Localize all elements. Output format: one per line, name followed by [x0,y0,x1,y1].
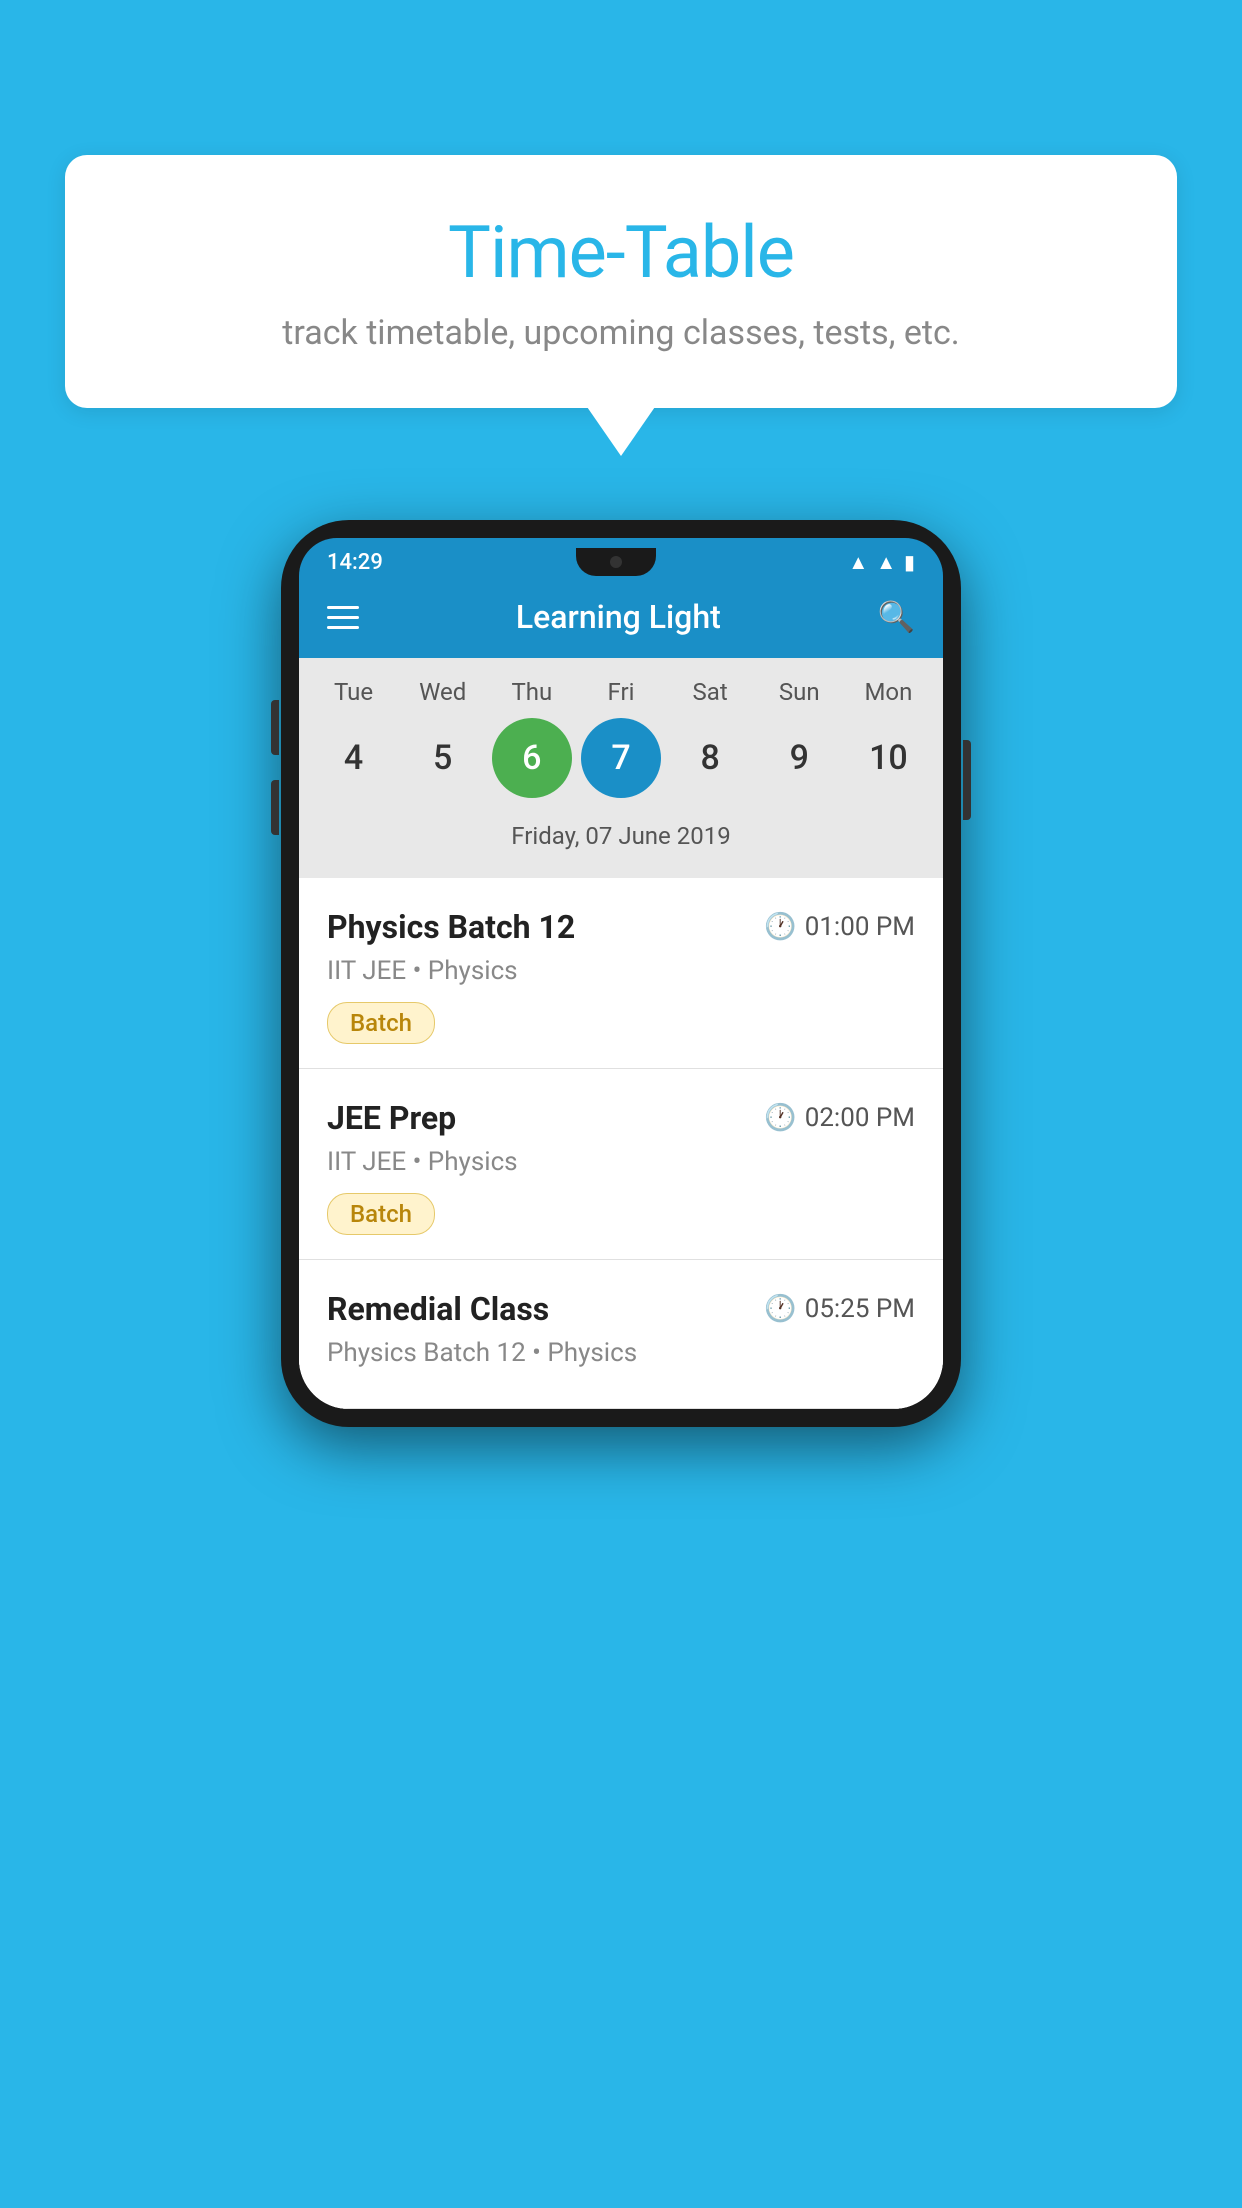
day-name-thu: Thu [492,678,572,706]
phone-mockup: 14:29 ▲ ▲ ▮ Learning Light 🔍 [281,520,961,1427]
selected-date-label: Friday, 07 June 2019 [299,814,943,868]
app-bar-title: Learning Light [516,598,721,636]
day-name-fri: Fri [581,678,661,706]
schedule-item-3[interactable]: Remedial Class 🕐 05:25 PM Physics Batch … [299,1260,943,1409]
status-bar: 14:29 ▲ ▲ ▮ [299,538,943,576]
schedule-item-3-time: 🕐 05:25 PM [764,1294,915,1324]
schedule-item-3-subtitle: Physics Batch 12 • Physics [327,1338,915,1368]
day-4[interactable]: 4 [314,718,394,798]
schedule-item-1-title: Physics Batch 12 [327,908,575,946]
app-title: Time-Table [105,210,1137,295]
app-subtitle: track timetable, upcoming classes, tests… [105,313,1137,353]
status-time: 14:29 [327,550,383,575]
schedule-item-2-time-text: 02:00 PM [805,1103,915,1133]
schedule-item-1[interactable]: Physics Batch 12 🕐 01:00 PM IIT JEE • Ph… [299,878,943,1069]
schedule-item-3-time-text: 05:25 PM [805,1294,915,1324]
schedule-item-2-header: JEE Prep 🕐 02:00 PM [327,1099,915,1137]
signal-icon: ▲ [876,550,896,575]
day-name-sun: Sun [759,678,839,706]
day-name-tue: Tue [314,678,394,706]
batch-tag-2: Batch [327,1193,435,1235]
camera [610,556,622,568]
schedule-item-1-time: 🕐 01:00 PM [764,912,915,942]
batch-tag-1: Batch [327,1002,435,1044]
schedule-list: Physics Batch 12 🕐 01:00 PM IIT JEE • Ph… [299,878,943,1409]
app-bar: Learning Light 🔍 [299,576,943,658]
volume-down-button [271,780,279,835]
day-numbers-row: 4 5 6 7 8 9 10 [299,718,943,814]
schedule-item-2[interactable]: JEE Prep 🕐 02:00 PM IIT JEE • Physics Ba… [299,1069,943,1260]
speech-bubble: Time-Table track timetable, upcoming cla… [65,155,1177,408]
day-8[interactable]: 8 [670,718,750,798]
day-name-sat: Sat [670,678,750,706]
speech-bubble-container: Time-Table track timetable, upcoming cla… [65,155,1177,408]
day-name-mon: Mon [848,678,928,706]
schedule-item-1-time-text: 01:00 PM [805,912,915,942]
day-7-selected[interactable]: 7 [581,718,661,798]
day-name-wed: Wed [403,678,483,706]
schedule-item-3-header: Remedial Class 🕐 05:25 PM [327,1290,915,1328]
wifi-icon: ▲ [848,550,868,575]
menu-button[interactable] [327,606,359,629]
clock-icon-3: 🕐 [764,1294,796,1324]
status-icons: ▲ ▲ ▮ [848,550,915,575]
notch [576,548,656,576]
day-9[interactable]: 9 [759,718,839,798]
phone-frame: 14:29 ▲ ▲ ▮ Learning Light 🔍 [281,520,961,1427]
schedule-item-3-title: Remedial Class [327,1290,549,1328]
calendar-section: Tue Wed Thu Fri Sat Sun Mon 4 5 6 7 8 9 … [299,658,943,878]
day-10[interactable]: 10 [848,718,928,798]
battery-icon: ▮ [904,550,915,574]
day-6-today[interactable]: 6 [492,718,572,798]
schedule-item-2-time: 🕐 02:00 PM [764,1103,915,1133]
volume-up-button [271,700,279,755]
clock-icon-2: 🕐 [764,1103,796,1133]
schedule-item-1-subtitle: IIT JEE • Physics [327,956,915,986]
search-button[interactable]: 🔍 [878,600,915,635]
day-names-row: Tue Wed Thu Fri Sat Sun Mon [299,678,943,718]
schedule-item-2-subtitle: IIT JEE • Physics [327,1147,915,1177]
schedule-item-2-title: JEE Prep [327,1099,456,1137]
clock-icon-1: 🕐 [764,912,796,942]
phone-screen: Learning Light 🔍 Tue Wed Thu Fri Sat Sun… [299,576,943,1409]
day-5[interactable]: 5 [403,718,483,798]
schedule-item-1-header: Physics Batch 12 🕐 01:00 PM [327,908,915,946]
power-button [963,740,971,820]
